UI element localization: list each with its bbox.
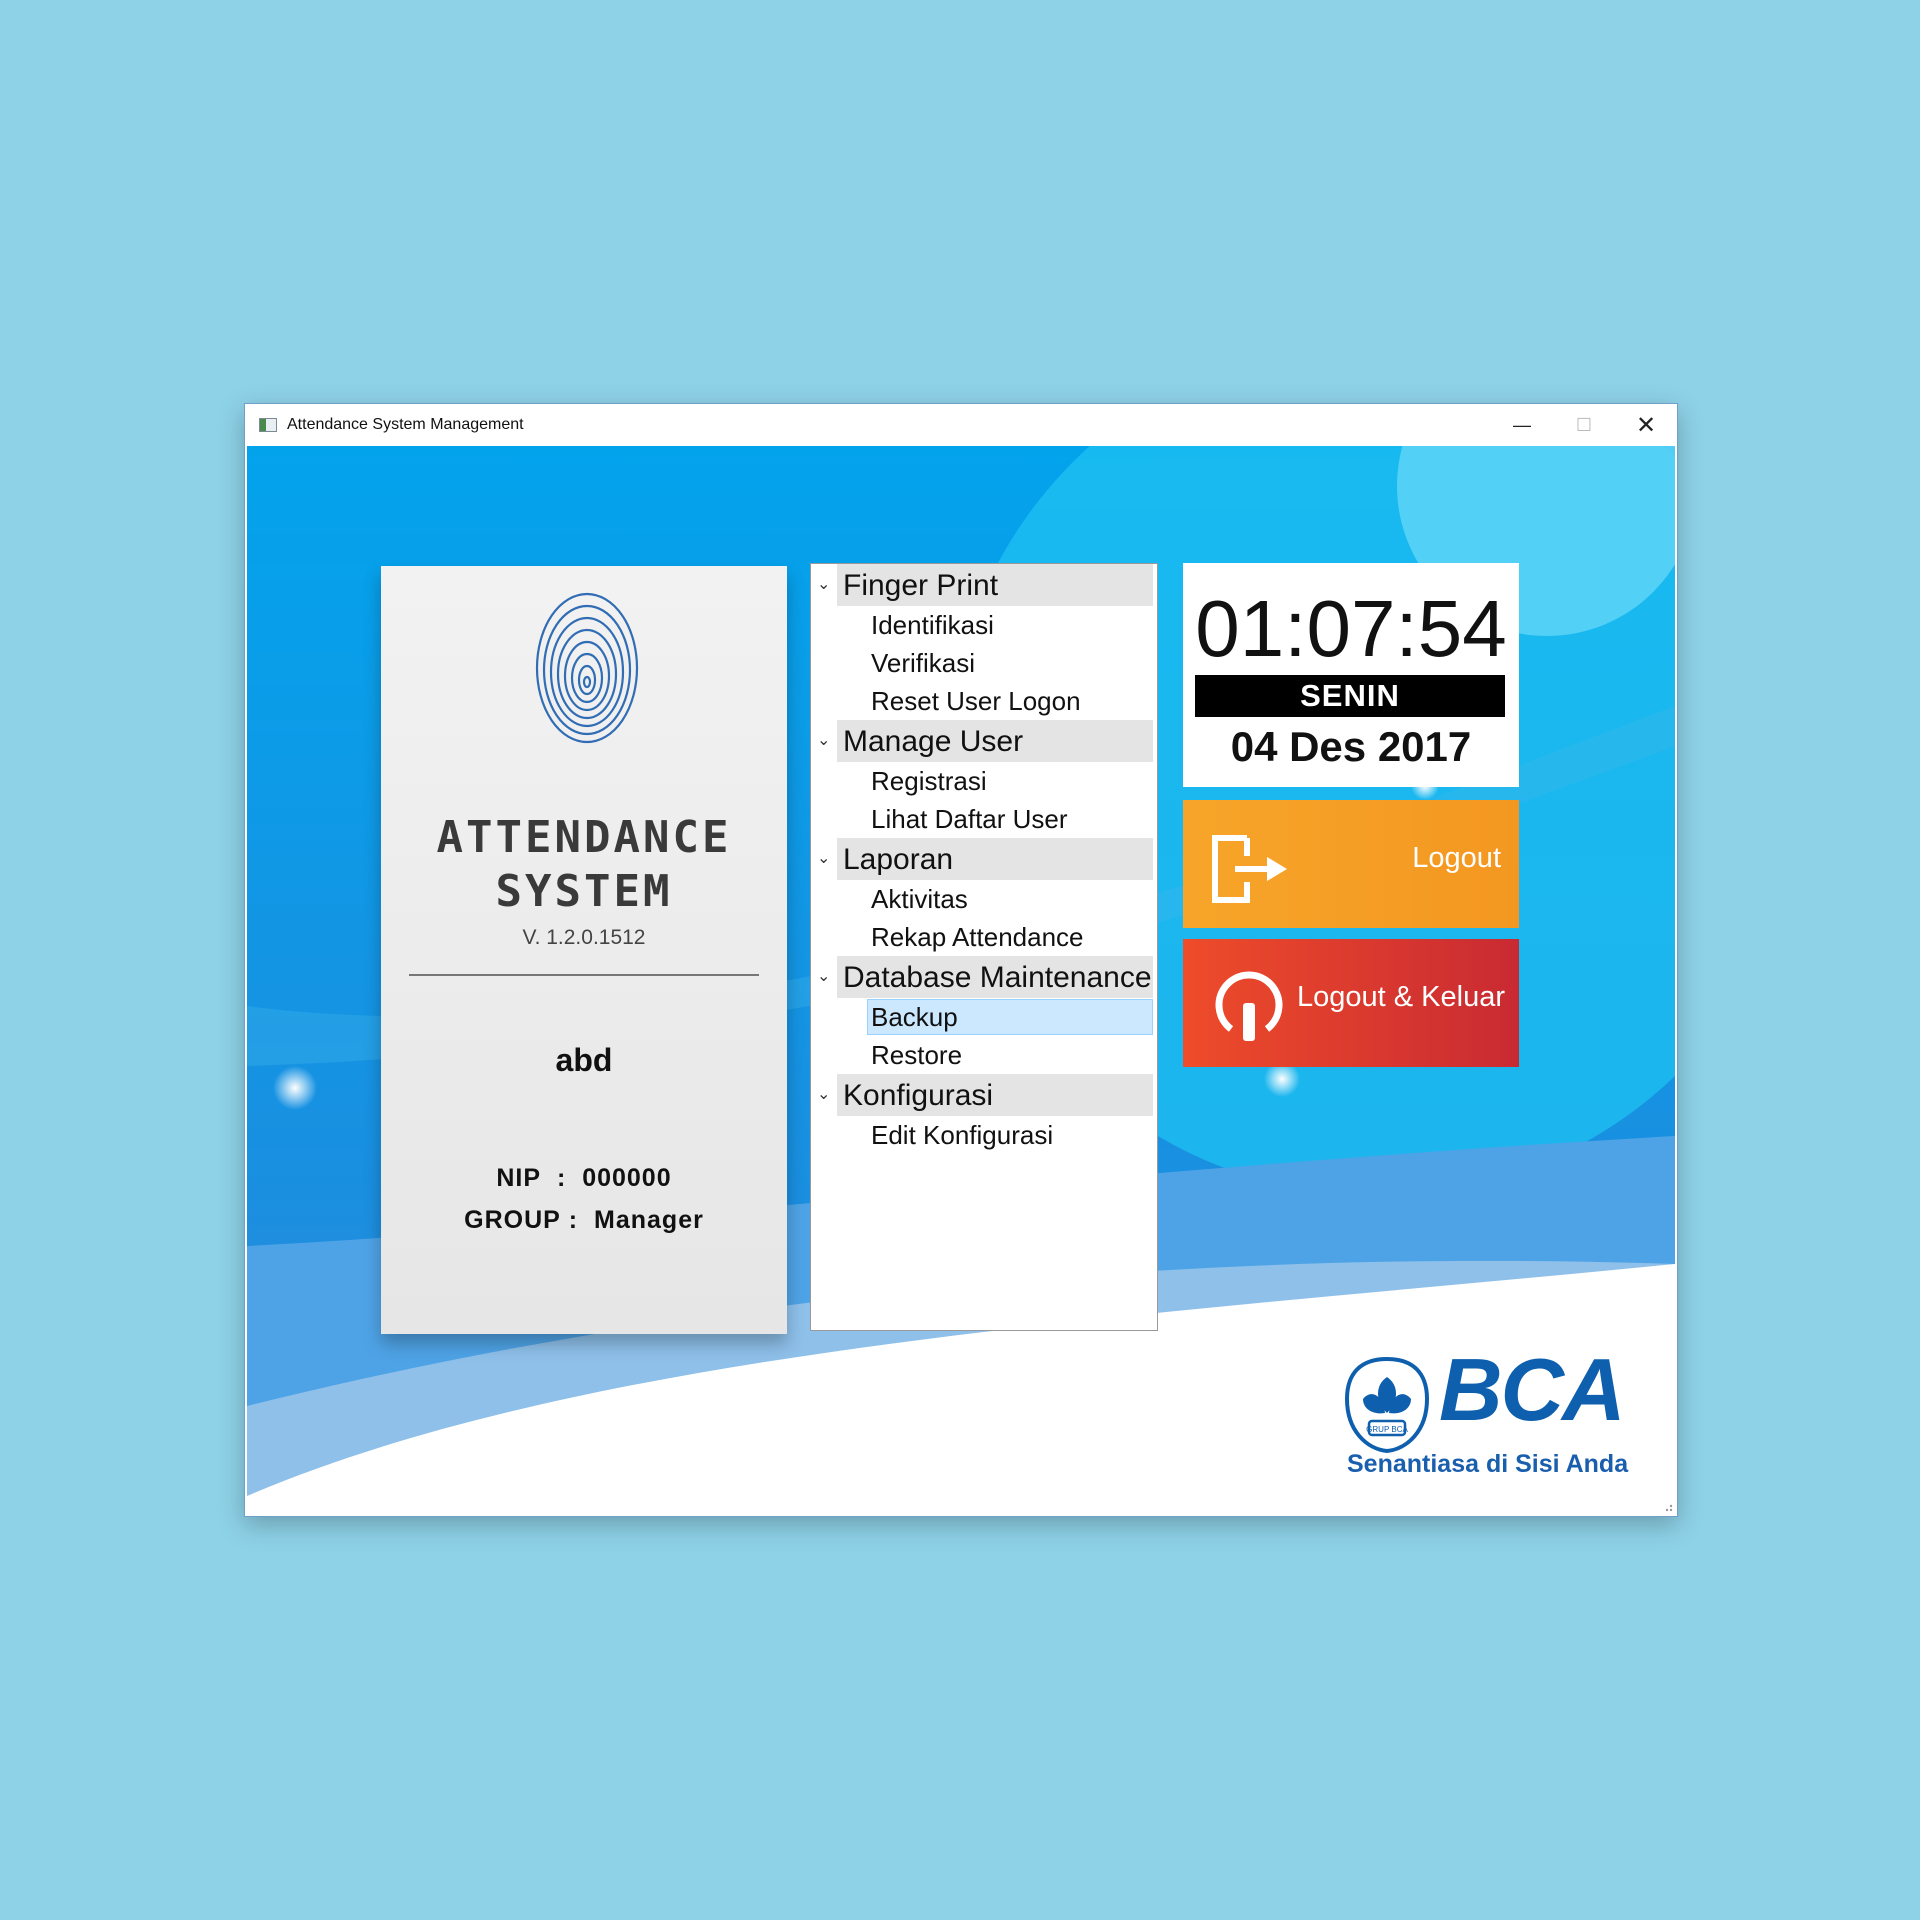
menu-item-label: Backup [871, 1002, 958, 1032]
maximize-button[interactable]: ☐ [1553, 404, 1615, 446]
menu-group-label: Manage User [843, 725, 1024, 758]
divider [409, 974, 759, 976]
logout-exit-button[interactable]: Logout & Keluar [1183, 939, 1519, 1067]
user-name: abd [555, 1042, 613, 1078]
menu-item-label: Rekap Attendance [871, 922, 1084, 952]
menu-item-edit-konfigurasi[interactable]: Edit Konfigurasi [811, 1116, 1157, 1154]
logout-label: Logout [1412, 842, 1501, 874]
menu-item-label: Edit Konfigurasi [871, 1120, 1054, 1150]
nip-separator: : [556, 1164, 567, 1192]
menu-item-label: Registrasi [871, 766, 987, 796]
logout-exit-label: Logout & Keluar [1297, 981, 1505, 1013]
chevron-down-icon[interactable]: ⌄ [817, 848, 830, 868]
menu-tree: ⌄ Finger Print Identifikasi Verifikasi R… [810, 563, 1158, 1331]
main-panel: ATTENDANCE SYSTEM V. 1.2.0.1512 abd NIP … [247, 446, 1675, 1514]
nip-line: NIP : 000000 [381, 1164, 787, 1193]
menu-group-label: Laporan [843, 843, 954, 876]
logout-button[interactable]: Logout [1183, 800, 1519, 928]
menu-item-restore[interactable]: Restore [811, 1036, 1157, 1074]
fingerprint-icon [535, 592, 639, 744]
bca-emblem-logo: GRUP BCA [1344, 1356, 1430, 1454]
title-bar[interactable]: Attendance System Management — ☐ ✕ [245, 404, 1677, 446]
nip-label: NIP [496, 1164, 542, 1192]
minimize-button[interactable]: — [1491, 404, 1553, 446]
menu-group-database-maintenance[interactable]: ⌄ Database Maintenance [811, 956, 1157, 998]
menu-item-verifikasi[interactable]: Verifikasi [811, 644, 1157, 682]
chevron-down-icon[interactable]: ⌄ [817, 1084, 830, 1104]
group-value: Manager [594, 1206, 704, 1234]
menu-item-backup[interactable]: Backup [811, 998, 1157, 1036]
menu-item-lihat-daftar-user[interactable]: Lihat Daftar User [811, 800, 1157, 838]
group-label: GROUP [464, 1206, 561, 1234]
chevron-down-icon[interactable]: ⌄ [817, 574, 830, 594]
power-icon [1215, 971, 1283, 1041]
menu-group-label: Konfigurasi [843, 1079, 994, 1112]
resize-grip-icon[interactable] [1661, 1500, 1673, 1512]
chevron-down-icon[interactable]: ⌄ [817, 966, 830, 986]
version-text: V. 1.2.0.1512 [522, 926, 646, 949]
menu-group-manage-user[interactable]: ⌄ Manage User [811, 720, 1157, 762]
menu-item-identifikasi[interactable]: Identifikasi [811, 606, 1157, 644]
app-title-line1: ATTENDANCE [436, 812, 732, 863]
nip-value: 000000 [582, 1164, 672, 1192]
chevron-down-icon[interactable]: ⌄ [817, 730, 830, 750]
menu-group-label: Database Maintenance [843, 961, 1152, 994]
clock-time: 01:07:54 [1195, 584, 1507, 673]
menu-item-label: Verifikasi [871, 648, 976, 678]
menu-item-label: Identifikasi [871, 610, 994, 640]
window-title: Attendance System Management [287, 416, 524, 433]
app-title-line2: SYSTEM [495, 866, 673, 917]
menu-item-registrasi[interactable]: Registrasi [811, 762, 1157, 800]
clock-panel: 01:07:54 SENIN 04 Des 2017 [1183, 563, 1519, 787]
menu-group-finger-print[interactable]: ⌄ Finger Print [811, 564, 1157, 606]
menu-item-aktivitas[interactable]: Aktivitas [811, 880, 1157, 918]
menu-group-label: Finger Print [843, 569, 999, 602]
app-icon [259, 418, 277, 432]
clock-date: 04 Des 2017 [1230, 723, 1472, 770]
group-line: GROUP : Manager [381, 1206, 787, 1235]
menu-item-label: Lihat Daftar User [871, 804, 1068, 834]
app-window: Attendance System Management — ☐ ✕ ATTEN… [244, 403, 1678, 1517]
bca-logo-text: BCA [1439, 1340, 1626, 1439]
menu-item-label: Aktivitas [871, 884, 968, 914]
user-card: ATTENDANCE SYSTEM V. 1.2.0.1512 abd NIP … [381, 566, 787, 1334]
menu-item-label: Reset User Logon [871, 686, 1081, 716]
menu-item-rekap-attendance[interactable]: Rekap Attendance [811, 918, 1157, 956]
menu-item-reset-user-logon[interactable]: Reset User Logon [811, 682, 1157, 720]
group-separator: : [568, 1206, 579, 1234]
emblem-text: GRUP BCA [1366, 1425, 1408, 1434]
menu-group-konfigurasi[interactable]: ⌄ Konfigurasi [811, 1074, 1157, 1116]
menu-group-laporan[interactable]: ⌄ Laporan [811, 838, 1157, 880]
logout-door-arrow-icon [1212, 835, 1287, 903]
close-button[interactable]: ✕ [1615, 404, 1677, 446]
menu-item-label: Restore [871, 1040, 963, 1070]
brand-tagline: Senantiasa di Sisi Anda [1347, 1450, 1629, 1478]
clock-day: SENIN [1195, 675, 1505, 717]
